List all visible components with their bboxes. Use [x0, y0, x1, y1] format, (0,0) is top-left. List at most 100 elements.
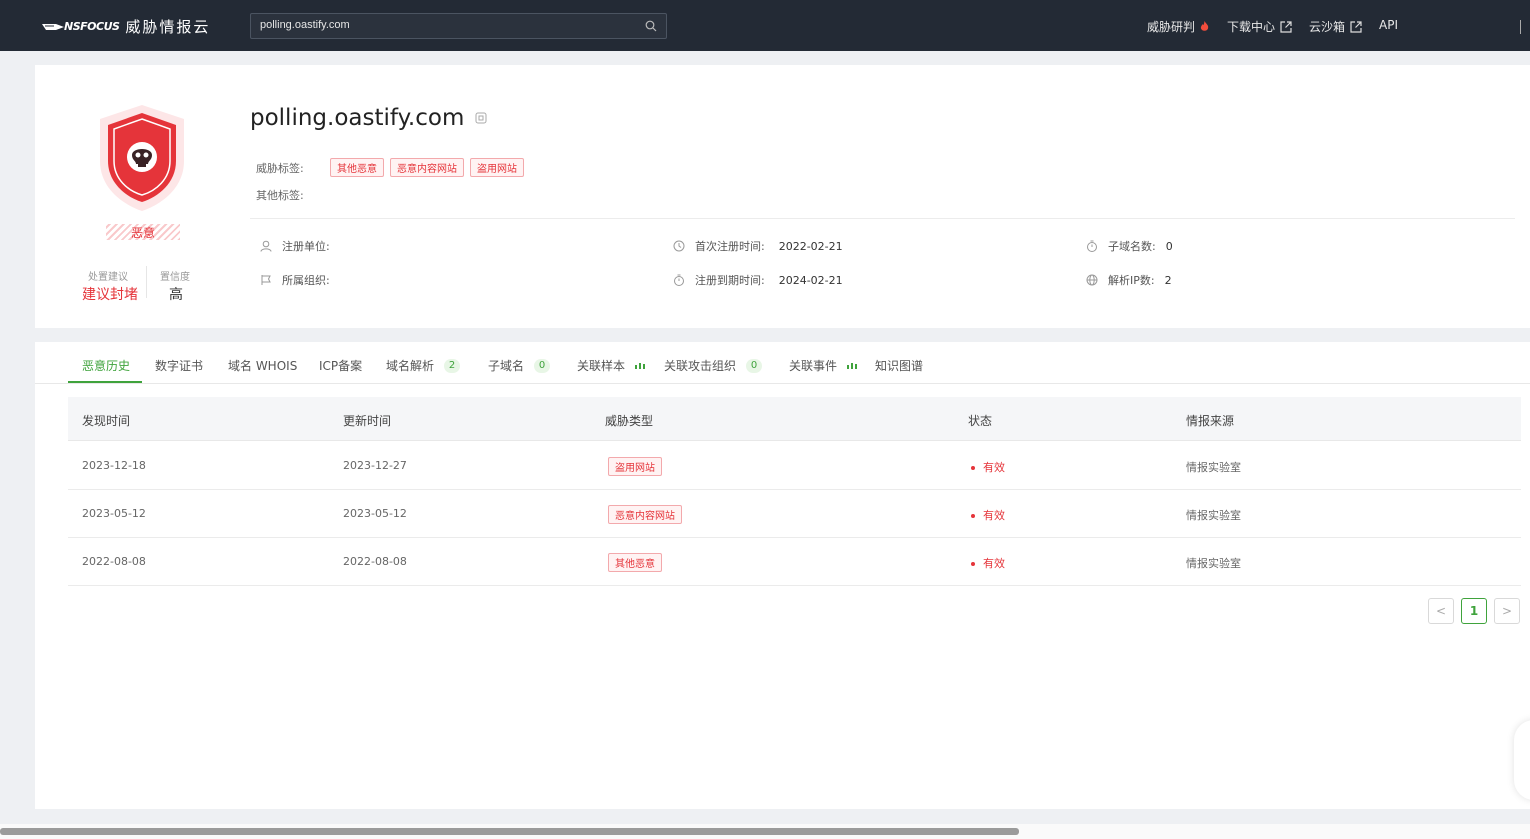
resolved-ip-count-label: 解析IP数: [1108, 274, 1155, 287]
tab-whois[interactable]: 域名 WHOIS [228, 357, 297, 374]
tab-related-samples[interactable]: 关联样本 [577, 357, 646, 374]
confidence-value: 高 [169, 287, 183, 303]
nav-label: 威胁研判 [1147, 20, 1196, 34]
threat-tags-label: 威胁标签: [256, 161, 304, 175]
tab-label: 关联样本 [577, 359, 626, 373]
threat-type-tag: 其他恶意 [608, 553, 662, 572]
nav-label: API [1379, 18, 1398, 32]
fire-icon [1200, 21, 1209, 31]
tab-icp[interactable]: ICP备案 [319, 357, 362, 374]
malicious-shield-icon [100, 105, 184, 211]
first-registration-label: 首次注册时间: [695, 240, 765, 253]
logo-wing-icon [42, 23, 64, 30]
divider [250, 218, 1515, 219]
tab-label: 恶意历史 [82, 359, 131, 373]
tab-label: 关联事件 [789, 359, 838, 373]
registrant-info: 注册单位: [260, 238, 344, 254]
detail-panel: 恶意历史 数字证书 域名 WHOIS ICP备案 域名解析 2 子域名 0 关联样本… [35, 342, 1530, 809]
subdomain-count-info: 子域名数: 0 [1086, 238, 1173, 254]
updated-time: 2023-12-27 [343, 459, 407, 472]
pagination-prev-button[interactable]: < [1428, 598, 1454, 624]
copy-icon[interactable] [475, 112, 487, 124]
active-tab-indicator [68, 381, 142, 383]
tab-certificates[interactable]: 数字证书 [155, 357, 203, 374]
user-icon[interactable] [1520, 20, 1528, 34]
bar-chart-icon [847, 362, 858, 369]
tab-subdomains[interactable]: 子域名 0 [488, 357, 551, 374]
verdict-label: 恶意 [106, 224, 180, 240]
column-header: 更新时间 [343, 414, 392, 428]
intel-source: 情报实验室 [1186, 557, 1241, 570]
search-box[interactable] [250, 13, 667, 39]
tab-label: 数字证书 [155, 359, 204, 373]
first-registration-value: 2022-02-21 [778, 239, 843, 253]
timer-icon [674, 274, 684, 286]
resolved-ip-count-info: 解析IP数: 2 [1086, 272, 1172, 288]
nav-label: 下载中心 [1227, 20, 1276, 34]
search-icon[interactable] [645, 20, 657, 32]
found-time: 2023-12-18 [82, 459, 146, 472]
external-link-icon [1350, 20, 1362, 33]
tab-label: 关联攻击组织 [664, 359, 737, 373]
confidence-title: 置信度 [160, 272, 190, 283]
subdomain-count-label: 子域名数: [1108, 240, 1156, 253]
tab-related-attack-groups[interactable]: 关联攻击组织 0 [664, 357, 763, 374]
nav-threat-analysis[interactable]: 威胁研判 [1147, 18, 1209, 35]
expiration-label: 注册到期时间: [695, 274, 765, 287]
nav-download-center[interactable]: 下载中心 [1227, 18, 1292, 35]
table-row: 2023-05-12 2023-05-12 恶意内容网站 有效 情报实验室 [68, 490, 1521, 538]
expiration-value: 2024-02-21 [778, 273, 843, 287]
pagination-page-button[interactable]: 1 [1461, 598, 1487, 624]
organization-info: 所属组织: [260, 272, 344, 288]
intel-source: 情报实验室 [1186, 509, 1241, 522]
nav-api[interactable]: API [1379, 18, 1398, 32]
threat-tag: 盗用网站 [470, 158, 524, 177]
other-tags-row: 其他标签: [256, 187, 330, 203]
count-badge: 0 [746, 358, 763, 373]
organization-label: 所属组织: [282, 274, 330, 287]
floating-action-button[interactable] [1514, 720, 1530, 800]
globe-icon [1086, 274, 1098, 286]
suggestion-title: 处置建议 [88, 272, 128, 283]
tab-label: 子域名 [488, 359, 525, 373]
expiration-info: 注册到期时间: 2024-02-21 [673, 272, 843, 288]
tab-malicious-history[interactable]: 恶意历史 [82, 357, 130, 374]
nav-label: 云沙箱 [1309, 20, 1346, 34]
column-header: 威胁类型 [605, 414, 654, 428]
tab-label: 知识图谱 [875, 359, 924, 373]
tab-dns-resolution[interactable]: 域名解析 2 [386, 357, 461, 374]
tab-knowledge-graph[interactable]: 知识图谱 [875, 357, 923, 374]
intel-source: 情报实验室 [1186, 461, 1241, 474]
count-badge: 0 [534, 358, 551, 373]
other-tags-label: 其他标签: [256, 189, 304, 202]
domain-summary-card: 恶意 处置建议 建议封堵 置信度 高 polling.oastify.com 威… [35, 65, 1530, 328]
updated-time: 2023-05-12 [343, 507, 407, 520]
status-badge: 有效 [971, 555, 1005, 571]
tab-related-events[interactable]: 关联事件 [789, 357, 858, 374]
table-header: 发现时间 更新时间 威胁类型 状态 情报来源 [68, 397, 1521, 441]
horizontal-scrollbar-thumb[interactable] [0, 828, 1019, 835]
count-badge: 2 [444, 358, 461, 373]
tab-label: ICP备案 [319, 359, 363, 373]
search-input[interactable] [260, 19, 630, 31]
table-row: 2022-08-08 2022-08-08 其他恶意 有效 情报实验室 [68, 538, 1521, 586]
logo[interactable]: NSFOCUS 威胁情报云 [42, 16, 210, 37]
tab-label: 域名解析 [386, 359, 435, 373]
pagination-next-button[interactable]: > [1494, 598, 1520, 624]
user-icon [260, 240, 272, 252]
external-link-icon [1280, 20, 1292, 33]
found-time: 2022-08-08 [82, 555, 146, 568]
threat-type-tag: 恶意内容网站 [608, 505, 682, 524]
threat-tags-row: 威胁标签: 其他恶意 恶意内容网站 盗用网站 [256, 158, 530, 177]
bar-chart-icon [635, 362, 646, 369]
subdomain-count-value: 0 [1165, 239, 1173, 253]
nav-cloud-sandbox[interactable]: 云沙箱 [1309, 18, 1362, 35]
divider [146, 266, 147, 298]
top-bar: NSFOCUS 威胁情报云 威胁研判 下载中心 云沙箱 API [0, 0, 1530, 51]
tab-label: 域名 WHOIS [228, 359, 298, 373]
clock-icon [673, 240, 685, 252]
first-registration-info: 首次注册时间: 2022-02-21 [673, 238, 843, 254]
flag-icon [261, 275, 271, 285]
table-row: 2023-12-18 2023-12-27 盗用网站 有效 情报实验室 [68, 442, 1521, 490]
column-header: 情报来源 [1186, 414, 1235, 428]
